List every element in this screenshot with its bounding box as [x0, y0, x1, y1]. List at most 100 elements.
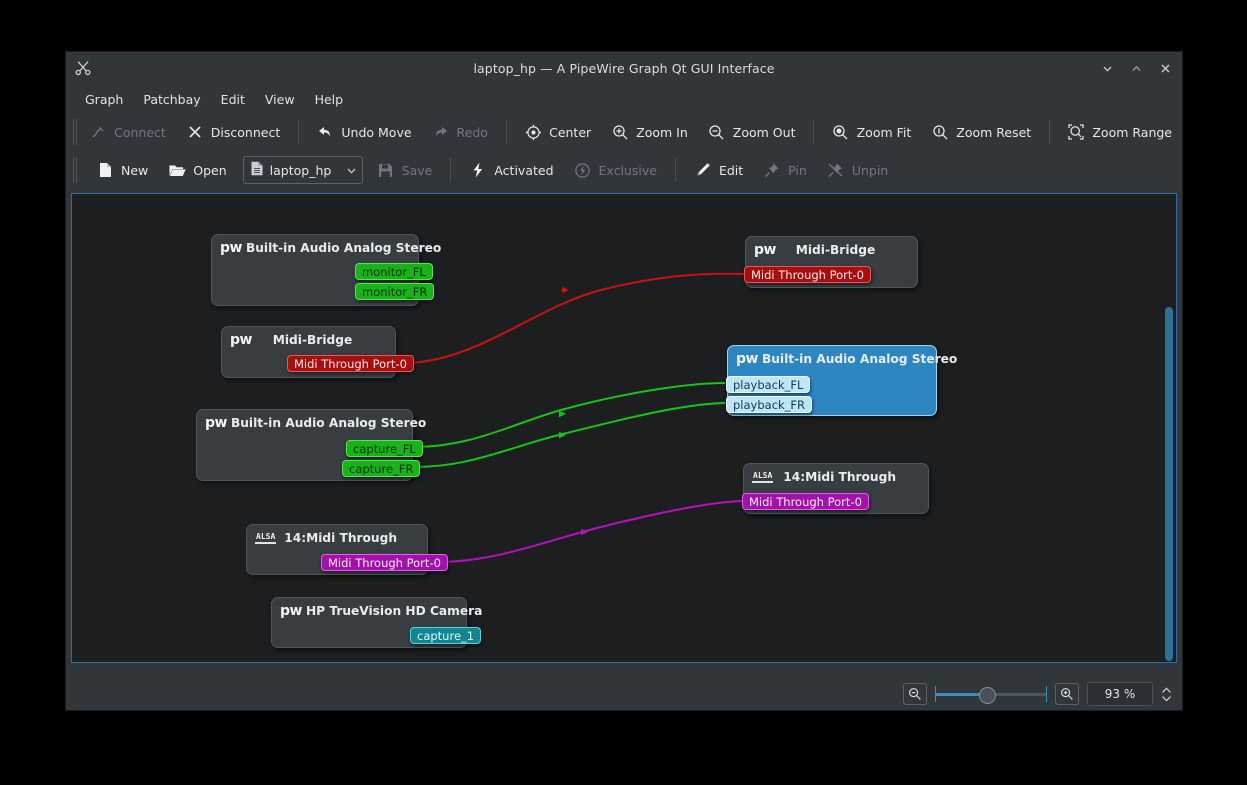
connection-edge[interactable] [428, 500, 743, 564]
pin-button[interactable]: Pin [753, 157, 817, 183]
pin-label: Pin [788, 162, 807, 178]
zoom-range-icon [1067, 123, 1085, 141]
slider-tick-min [935, 686, 936, 702]
zoom-out-button[interactable]: Zoom Out [698, 119, 806, 145]
menu-edit[interactable]: Edit [211, 89, 255, 110]
open-button[interactable]: Open [158, 157, 236, 183]
connection-edge[interactable] [409, 402, 726, 469]
menu-bar: Graph Patchbay Edit View Help [66, 85, 1182, 113]
zoom-in-label: Zoom In [636, 124, 688, 140]
unpin-button[interactable]: Unpin [817, 157, 898, 183]
graph-node[interactable]: pw Built-in Audio Analog Stereo playback_F… [726, 345, 957, 416]
canvas-area: pw Built-in Audio Analog Stereo monitor_FL… [66, 189, 1182, 710]
zoom-reset-icon [931, 123, 949, 141]
scrollbar-thumb[interactable] [1165, 307, 1173, 661]
zoom-level-value[interactable]: 93 % [1087, 682, 1153, 706]
zoom-slider[interactable] [935, 684, 1047, 704]
menu-view[interactable]: View [255, 89, 305, 110]
minimize-icon[interactable] [1096, 58, 1118, 80]
node-port[interactable]: capture_1 [410, 627, 482, 644]
new-file-icon [96, 161, 114, 179]
node-port[interactable]: playback_FL [726, 376, 811, 393]
window-title: laptop_hp — A PipeWire Graph Qt GUI Inte… [473, 61, 775, 76]
activated-label: Activated [494, 162, 554, 178]
zoom-in-icon[interactable] [1055, 683, 1079, 705]
connection-edge[interactable] [391, 272, 747, 365]
graph-node[interactable]: pw Built-in Audio Analog Stereo monitor_FL… [211, 234, 441, 306]
connection-edge[interactable] [409, 382, 726, 449]
disconnect-button[interactable]: Disconnect [176, 119, 290, 145]
disconnect-icon [186, 123, 204, 141]
center-icon [524, 123, 542, 141]
patchbay-file-icon [250, 161, 264, 179]
graph-node[interactable]: ALSA 14:Midi Through Midi Through Port-0 [742, 463, 929, 514]
zoom-fit-button[interactable]: Zoom Fit [822, 119, 922, 145]
graph-node[interactable]: pw HP TrueVision HD Camera capture_1 [271, 597, 482, 648]
toolbar-separator [674, 158, 676, 182]
zoom-in-icon [611, 123, 629, 141]
node-port[interactable]: monitor_FR [355, 283, 435, 300]
graph-node[interactable]: pw Midi-Bridge Midi Through Port-0 [221, 326, 414, 378]
zoom-reset-button[interactable]: Zoom Reset [921, 119, 1041, 145]
zoom-reset-label: Zoom Reset [956, 124, 1032, 140]
zoom-out-icon[interactable] [903, 683, 927, 705]
menu-graph[interactable]: Graph [75, 89, 133, 110]
preset-value: laptop_hp [269, 162, 332, 178]
node-port[interactable]: Midi Through Port-0 [742, 493, 869, 510]
node-header: pw Midi-Bridge [746, 237, 917, 261]
title-bar: laptop_hp — A PipeWire Graph Qt GUI Inte… [66, 52, 1182, 85]
graph-canvas[interactable]: pw Built-in Audio Analog Stereo monitor_FL… [71, 193, 1177, 663]
canvas-vertical-scrollbar[interactable] [1163, 195, 1175, 661]
node-port-label: monitor_FL [362, 264, 426, 279]
preset-combobox[interactable]: laptop_hp [242, 156, 363, 184]
node-port[interactable]: Midi Through Port-0 [287, 355, 414, 372]
connect-button[interactable]: Connect [79, 119, 176, 145]
undo-move-button[interactable]: Undo Move [306, 119, 421, 145]
save-button[interactable]: Save [367, 157, 443, 183]
redo-button[interactable]: Redo [422, 119, 498, 145]
node-port-label: capture_FR [349, 461, 414, 476]
pipewire-icon: pw [205, 415, 227, 431]
open-label: Open [193, 162, 227, 178]
menu-help[interactable]: Help [305, 89, 354, 110]
chevron-down-icon[interactable] [345, 164, 358, 177]
exclusive-button[interactable]: Exclusive [564, 157, 667, 183]
close-icon[interactable] [1154, 58, 1176, 80]
graph-canvas-inner[interactable]: pw Built-in Audio Analog Stereo monitor_FL… [72, 194, 1176, 662]
maximize-icon[interactable] [1125, 58, 1147, 80]
connection-direction-arrow [562, 286, 569, 294]
zoom-in-button[interactable]: Zoom In [601, 119, 698, 145]
pipewire-icon: pw [230, 332, 252, 348]
disconnect-label: Disconnect [210, 124, 281, 140]
spinner-down-icon [1162, 695, 1171, 702]
node-title: Built-in Audio Analog Stereo [761, 352, 958, 366]
graph-node[interactable]: pw Built-in Audio Analog Stereo capture_FL… [196, 409, 426, 481]
node-port[interactable]: Midi Through Port-0 [321, 554, 448, 571]
slider-handle[interactable] [979, 687, 996, 704]
zoom-fit-icon [832, 123, 850, 141]
node-header: pw Built-in Audio Analog Stereo [212, 235, 441, 259]
zoom-spinner[interactable] [1161, 686, 1172, 702]
node-title: Built-in Audio Analog Stereo [245, 241, 442, 255]
activated-button[interactable]: Activated [459, 157, 563, 183]
new-button[interactable]: New [86, 157, 158, 183]
graph-node[interactable]: pw Midi-Bridge Midi Through Port-0 [744, 236, 918, 288]
center-button[interactable]: Center [514, 119, 601, 145]
bolt-circle-icon [574, 161, 592, 179]
node-port-label: monitor_FR [362, 284, 428, 299]
toolbar-grip[interactable] [72, 119, 78, 145]
pipewire-icon: pw [280, 603, 302, 619]
edit-button[interactable]: Edit [684, 157, 753, 183]
graph-node[interactable]: ALSA 14:Midi Through Midi Through Port-0 [246, 524, 448, 575]
node-port[interactable]: monitor_FL [355, 263, 433, 280]
menu-patchbay[interactable]: Patchbay [133, 89, 210, 110]
zoom-range-button[interactable]: Zoom Range [1057, 119, 1182, 145]
node-port[interactable]: playback_FR [726, 396, 813, 413]
node-port-label: Midi Through Port-0 [749, 494, 862, 509]
node-port[interactable]: capture_FR [342, 460, 421, 477]
toolbar-grip[interactable] [72, 157, 80, 183]
patchbay-toolbar: New Open laptop_hp Save Activated Exclus… [66, 151, 1182, 189]
node-port[interactable]: capture_FL [346, 440, 423, 457]
node-port-label: capture_FL [353, 441, 416, 456]
node-port[interactable]: Midi Through Port-0 [744, 266, 871, 283]
